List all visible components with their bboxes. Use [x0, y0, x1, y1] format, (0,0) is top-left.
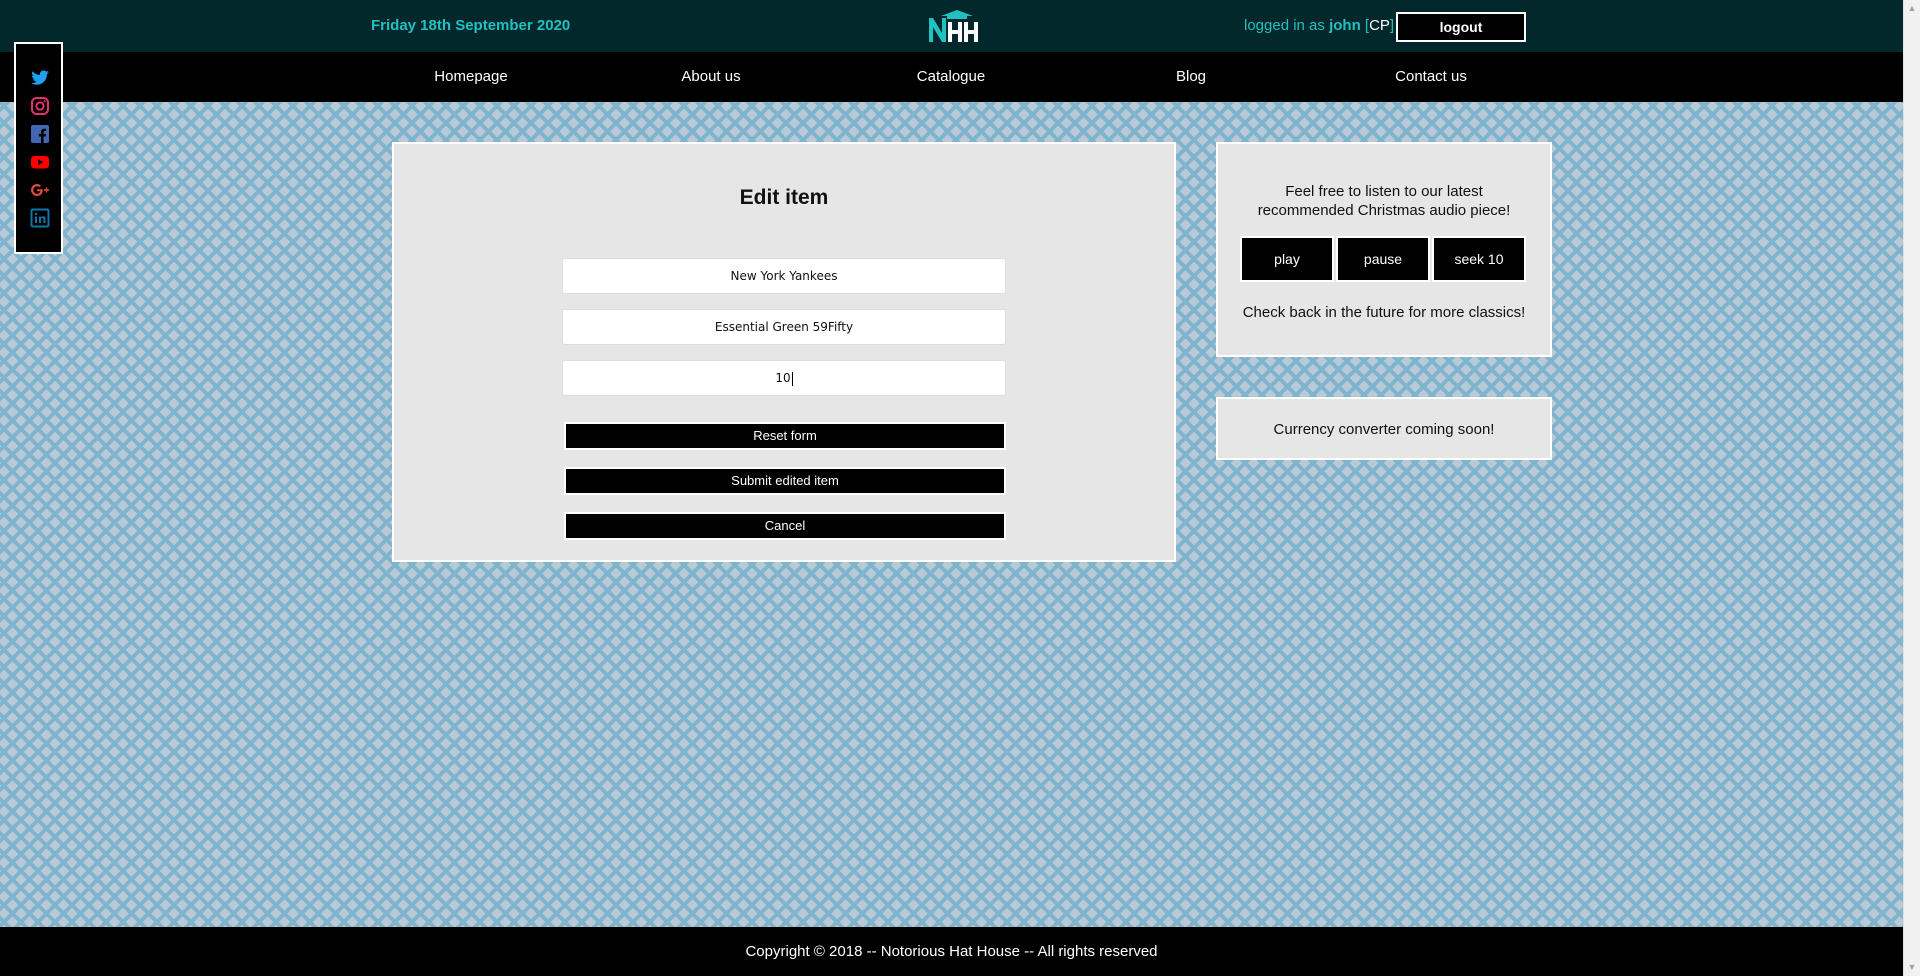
footer: Copyright © 2018 -- Notorious Hat House … [0, 927, 1903, 976]
text-caret [791, 371, 793, 386]
twitter-icon[interactable] [30, 68, 50, 88]
audio-message: Feel free to listen to our latest recomm… [1257, 183, 1511, 219]
scroll-down-icon[interactable]: ▼ [1904, 959, 1920, 976]
currency-panel: Currency converter coming soon! [1216, 397, 1552, 460]
main-nav: Homepage About us Catalogue Blog Contact… [0, 52, 1903, 102]
nhh-logo-icon [929, 10, 978, 42]
linkedin-icon[interactable] [30, 208, 50, 228]
scroll-up-icon[interactable]: ▲ [1904, 0, 1920, 17]
pause-button[interactable]: pause [1336, 236, 1430, 282]
item-name-input[interactable]: Essential Green 59Fifty [562, 309, 1006, 345]
logout-button[interactable]: logout [1396, 12, 1526, 42]
social-sidebar [14, 42, 63, 254]
nav-homepage[interactable]: Homepage [434, 68, 507, 85]
top-bar: Friday 18th September 2020 logged in as … [0, 0, 1903, 52]
page-scrollbar[interactable]: ▲ ▼ [1903, 0, 1920, 976]
edit-item-panel: Edit item New York Yankees Essential Gre… [392, 142, 1176, 562]
logged-in-label: logged in as [1244, 17, 1325, 34]
google-plus-icon[interactable] [30, 180, 50, 200]
audio-footer-message: Check back in the future for more classi… [1242, 304, 1526, 321]
login-status: logged in as john [CP] [1244, 17, 1395, 34]
control-panel-link[interactable]: CP [1369, 17, 1390, 34]
submit-edited-item-button[interactable]: Submit edited item [564, 467, 1006, 495]
play-button[interactable]: play [1240, 236, 1334, 282]
quantity-input-value: 10 [775, 371, 791, 385]
site-logo[interactable] [925, 8, 985, 44]
quantity-input[interactable]: 10 [562, 360, 1006, 396]
seek-button[interactable]: seek 10 [1432, 236, 1526, 282]
item-name-input-value: Essential Green 59Fifty [714, 320, 854, 334]
nav-contact-us[interactable]: Contact us [1395, 68, 1467, 85]
nav-about-us[interactable]: About us [681, 68, 740, 85]
facebook-icon[interactable] [30, 124, 50, 144]
reset-form-button[interactable]: Reset form [564, 422, 1006, 450]
audio-panel: Feel free to listen to our latest recomm… [1216, 142, 1552, 357]
nav-blog[interactable]: Blog [1176, 68, 1206, 85]
current-date: Friday 18th September 2020 [371, 17, 571, 34]
currency-message: Currency converter coming soon! [1273, 421, 1495, 438]
nav-catalogue[interactable]: Catalogue [917, 68, 985, 85]
team-input-value: New York Yankees [730, 269, 838, 283]
team-input[interactable]: New York Yankees [562, 258, 1006, 294]
page-title: Edit item [739, 186, 829, 209]
cancel-button[interactable]: Cancel [564, 512, 1006, 540]
copyright-text: Copyright © 2018 -- Notorious Hat House … [745, 943, 1158, 960]
youtube-icon[interactable] [30, 152, 50, 172]
instagram-icon[interactable] [30, 96, 50, 116]
username: john [1329, 17, 1361, 34]
